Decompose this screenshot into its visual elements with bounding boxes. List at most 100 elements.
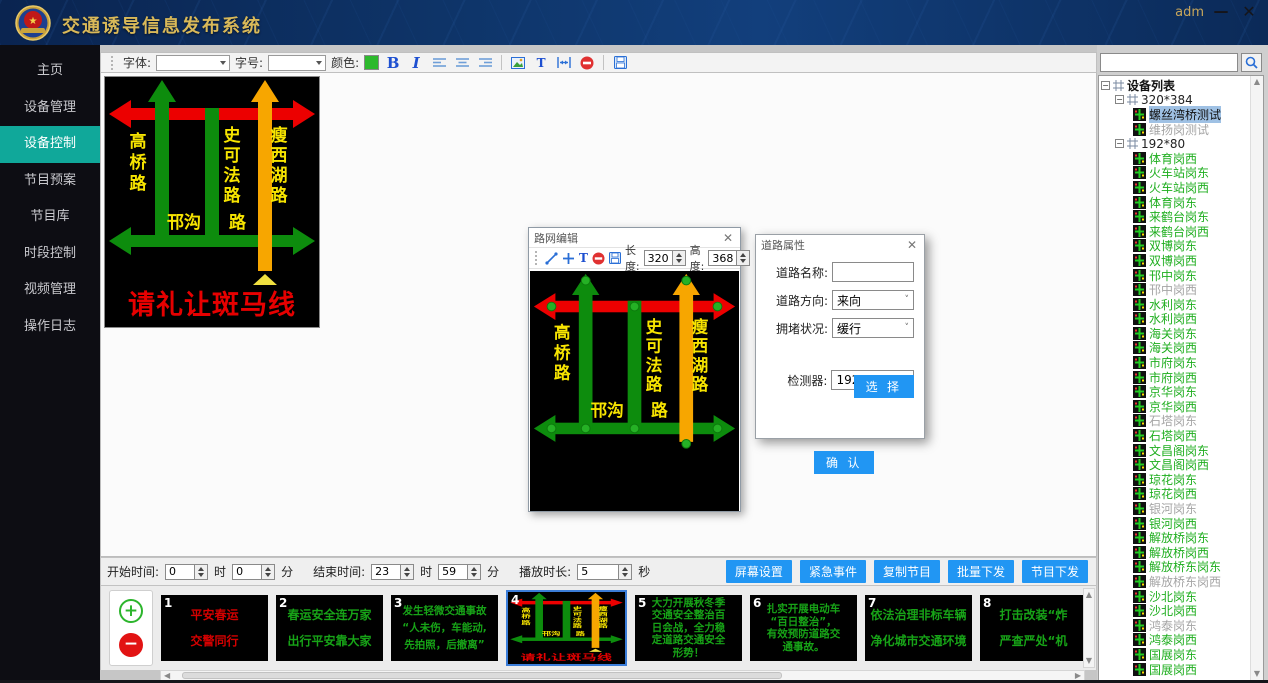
program-thumbnail-3[interactable]: 3发生轻微交通事故“人未伤，车能动,先拍照，后撤离” [391,595,498,661]
fit-width-icon[interactable] [555,54,573,71]
props-dialog-titlebar[interactable]: 道路属性 ✕ [756,235,924,254]
tree-device[interactable]: 维扬岗测试 [1099,122,1251,137]
add-text-icon[interactable]: T [579,250,588,267]
height-spinner[interactable]: 368 [708,250,750,266]
tree-scroll-up-icon[interactable]: ▲ [1254,78,1260,86]
program-thumbnail-5[interactable]: 5大力开展秋冬季交通安全整治百日会战，全力稳定道路交通安全形势！ [635,595,742,661]
sidebar-item-4[interactable]: 节目预案 [0,163,100,200]
crosshair-icon[interactable] [562,250,575,267]
tree-device[interactable]: 市府岗东 [1099,355,1251,370]
tree-device[interactable]: 来鹤台岗东 [1099,209,1251,224]
program-thumbnail-2[interactable]: 2春运安全连万家出行平安靠大家 [276,595,383,661]
device-search-button[interactable] [1241,53,1262,72]
tree-device[interactable]: 文昌阁岗东 [1099,443,1251,458]
sidebar-item-5[interactable]: 节目库 [0,199,100,236]
tree-device[interactable]: 琼花岗西 [1099,487,1251,502]
road-direction-select[interactable]: 来向˅ [832,290,914,310]
device-search-input[interactable] [1100,53,1238,72]
tree-device[interactable]: 水利岗西 [1099,312,1251,327]
fontsize-select[interactable] [268,55,326,71]
user-name[interactable]: adm [1175,5,1204,20]
insert-image-icon[interactable] [509,54,527,71]
scroll-right-icon[interactable]: ▶ [1075,672,1081,680]
sidebar-item-3[interactable]: 设备控制 [0,126,100,163]
confirm-button[interactable]: 确 认 [814,451,874,474]
sidebar-item-6[interactable]: 时段控制 [0,236,100,273]
tree-device[interactable]: 火车站岗西 [1099,180,1251,195]
add-program-button[interactable]: + [119,599,143,623]
tree-group-1[interactable]: −320*384 [1099,93,1251,108]
bold-icon[interactable]: B [384,54,402,71]
insert-text-icon[interactable]: T [532,54,550,71]
tree-device[interactable]: 银河岗西 [1099,516,1251,531]
select-detector-button[interactable]: 选 择 [854,375,914,398]
start-hour-spinner[interactable]: 0 [165,564,208,580]
align-left-icon[interactable] [430,54,448,71]
tree-device[interactable]: 邗中岗西 [1099,282,1251,297]
save-icon[interactable] [611,54,629,71]
tree-device[interactable]: 解放桥东岗东 [1099,560,1251,575]
congestion-select[interactable]: 缓行˅ [832,318,914,338]
action-button-4[interactable]: 批量下发 [948,560,1014,583]
tree-device[interactable]: 双博岗西 [1099,253,1251,268]
action-button-5[interactable]: 节目下发 [1022,560,1088,583]
length-spinner[interactable]: 320 [644,250,686,266]
tree-device[interactable]: 国展岗东 [1099,647,1251,662]
tree-device[interactable]: 市府岗西 [1099,370,1251,385]
tree-device[interactable]: 鸿泰岗西 [1099,633,1251,648]
remove-program-button[interactable]: − [119,633,143,657]
tree-device[interactable]: 国展岗西 [1099,662,1251,677]
tree-device[interactable]: 螺丝湾桥测试 [1099,107,1251,122]
save-roadnet-icon[interactable] [609,250,621,267]
tree-device[interactable]: 海关岗西 [1099,341,1251,356]
start-minute-spinner[interactable]: 0 [232,564,275,580]
draw-line-icon[interactable] [545,250,558,267]
roadnet-dialog-close-icon[interactable]: ✕ [721,231,735,245]
tree-device[interactable]: 火车站岗东 [1099,166,1251,181]
tree-vertical-scrollbar[interactable]: ▲ ▼ [1250,76,1263,680]
roadnet-canvas[interactable]: 高桥路史可法路瘦西湖路邗沟路 [530,271,739,511]
tree-device[interactable]: 琼花岗东 [1099,472,1251,487]
delete-icon[interactable] [592,250,605,267]
road-name-input[interactable] [832,262,914,282]
tree-device[interactable]: 沙北岗西 [1099,603,1251,618]
sidebar-item-8[interactable]: 操作日志 [0,309,100,346]
tree-device[interactable]: 体育岗东 [1099,195,1251,210]
tree-device[interactable]: 水利岗东 [1099,297,1251,312]
tree-root[interactable]: −设备列表 [1099,78,1251,93]
sign-preview[interactable]: 高桥路史可法路瘦西湖路邗沟路请礼让斑马线 [104,76,320,328]
align-center-icon[interactable] [453,54,471,71]
end-minute-spinner[interactable]: 59 [438,564,481,580]
tree-device[interactable]: 解放桥东岗西 [1099,574,1251,589]
scroll-up-icon[interactable]: ▲ [1086,591,1092,599]
italic-icon[interactable]: I [407,54,425,71]
end-hour-spinner[interactable]: 23 [371,564,414,580]
font-select[interactable] [156,55,230,71]
tree-device[interactable]: 沙北岗东 [1099,589,1251,604]
tree-device[interactable]: 解放桥岗东 [1099,530,1251,545]
tree-device[interactable]: 文昌阁岗西 [1099,457,1251,472]
collapse-toggle-icon[interactable]: − [1115,95,1124,104]
action-button-3[interactable]: 复制节目 [874,560,940,583]
tree-device[interactable]: 解放桥岗西 [1099,545,1251,560]
action-button-2[interactable]: 紧急事件 [800,560,866,583]
tree-device[interactable]: 邗中岗东 [1099,268,1251,283]
tree-device[interactable]: 石塔岗东 [1099,414,1251,429]
close-button[interactable]: ✕ [1238,2,1260,21]
scroll-left-icon[interactable]: ◀ [164,672,170,680]
scroll-down-icon[interactable]: ▼ [1086,657,1092,665]
tree-device[interactable]: 体育岗西 [1099,151,1251,166]
tree-device[interactable]: 来鹤台岗西 [1099,224,1251,239]
program-thumbnail-4[interactable]: 4 高桥路史可法路瘦西湖路邗沟路请礼让斑马线 [506,590,627,666]
action-button-1[interactable]: 屏幕设置 [726,560,792,583]
design-canvas[interactable]: 高桥路史可法路瘦西湖路邗沟路请礼让斑马线 路网编辑 ✕ T [100,73,1097,557]
sidebar-item-7[interactable]: 视频管理 [0,272,100,309]
hscroll-thumb[interactable] [182,672,782,679]
minimize-button[interactable]: — [1210,2,1232,20]
color-swatch[interactable] [364,55,379,70]
align-right-icon[interactable] [476,54,494,71]
collapse-toggle-icon[interactable]: − [1115,139,1124,148]
program-thumbnail-6[interactable]: 6扎实开展电动车“百日整治”，有效预防道路交通事故。 [750,595,857,661]
collapse-toggle-icon[interactable]: − [1101,81,1110,90]
sidebar-item-2[interactable]: 设备管理 [0,90,100,127]
